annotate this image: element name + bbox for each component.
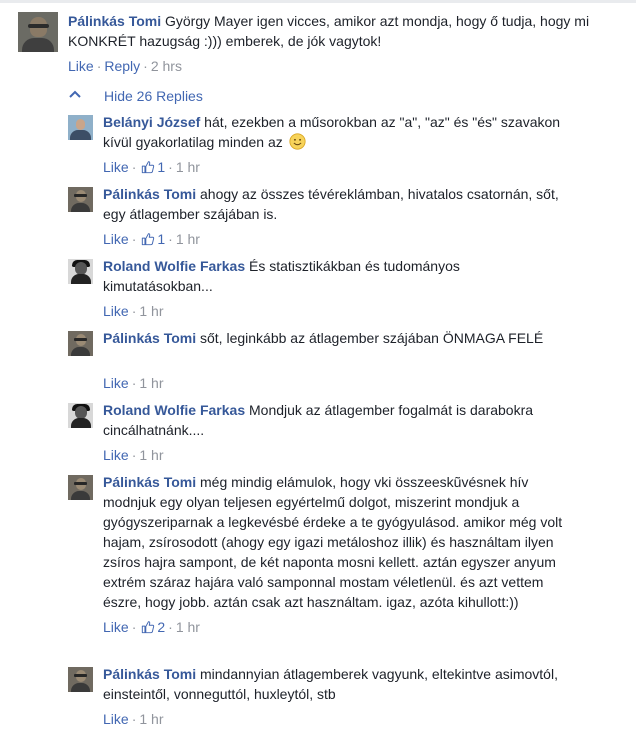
reply-body: Roland Wolfie Farkas És statisztikákban … — [103, 256, 563, 296]
reply-author[interactable]: Pálinkás Tomi — [103, 474, 196, 490]
chevron-up-icon — [69, 90, 81, 98]
reply-author[interactable]: Pálinkás Tomi — [103, 330, 196, 346]
avatar[interactable] — [68, 115, 93, 140]
like-count[interactable]: 2 — [157, 619, 165, 635]
like-count[interactable]: 1 — [157, 159, 165, 175]
hide-replies-button[interactable]: Hide 26 Replies — [68, 86, 203, 106]
reply-actions: Like · 1 · 1 hr — [103, 159, 200, 175]
reply-actions: Like · 1 hr — [103, 375, 164, 391]
timestamp[interactable]: 1 hr — [176, 159, 200, 175]
reply-body: Pálinkás Tomi sőt, leginkább az átlagemb… — [103, 328, 563, 348]
reply-button[interactable]: Reply — [104, 58, 140, 74]
comment-body: Pálinkás Tomi György Mayer igen vicces, … — [68, 11, 608, 51]
avatar[interactable] — [68, 403, 93, 428]
avatar[interactable] — [18, 12, 58, 52]
like-button[interactable]: Like — [103, 231, 129, 247]
like-button[interactable]: Like — [103, 303, 129, 319]
reply-text: még mindig elámulok, hogy vki összeeskũv… — [103, 474, 563, 610]
reply-author[interactable]: Roland Wolfie Farkas — [103, 402, 245, 418]
reply-body: Roland Wolfie Farkas Mondjuk az átlagemb… — [103, 400, 563, 440]
timestamp[interactable]: 1 hr — [176, 231, 200, 247]
reply-actions: Like · 1 · 1 hr — [103, 231, 200, 247]
reply-actions: Like · 1 hr — [103, 711, 164, 727]
timestamp[interactable]: 1 hr — [176, 619, 200, 635]
like-count[interactable]: 1 — [157, 231, 165, 247]
like-button[interactable]: Like — [103, 619, 129, 635]
reply-actions: Like · 2 · 1 hr — [103, 619, 200, 635]
like-button[interactable]: Like — [103, 711, 129, 727]
avatar[interactable] — [68, 187, 93, 212]
like-button[interactable]: Like — [103, 447, 129, 463]
like-button[interactable]: Like — [103, 159, 129, 175]
reply-author[interactable]: Pálinkás Tomi — [103, 186, 196, 202]
comment-actions: Like · Reply · 2 hrs — [68, 58, 182, 74]
like-button[interactable]: Like — [103, 375, 129, 391]
avatar[interactable] — [68, 667, 93, 692]
top-divider — [0, 0, 636, 3]
reply-text: sőt, leginkább az átlagember szájában ÖN… — [200, 330, 544, 346]
hide-replies-label: Hide 26 Replies — [104, 88, 203, 104]
like-thumb-icon[interactable] — [141, 232, 155, 246]
avatar[interactable] — [68, 475, 93, 500]
timestamp[interactable]: 1 hr — [139, 303, 163, 319]
reply-actions: Like · 1 hr — [103, 303, 164, 319]
like-thumb-icon[interactable] — [141, 160, 155, 174]
timestamp[interactable]: 2 hrs — [151, 58, 182, 74]
like-button[interactable]: Like — [68, 58, 94, 74]
reply-author[interactable]: Pálinkás Tomi — [103, 666, 196, 682]
smiley-emoji-icon — [289, 133, 306, 150]
reply-body: Belányi József hát, ezekben a műsorokban… — [103, 112, 563, 152]
reply-author[interactable]: Roland Wolfie Farkas — [103, 258, 245, 274]
timestamp[interactable]: 1 hr — [139, 375, 163, 391]
reply-body: Pálinkás Tomi mindannyian átlagemberek v… — [103, 664, 563, 704]
comment-author[interactable]: Pálinkás Tomi — [68, 13, 161, 29]
reply-actions: Like · 1 hr — [103, 447, 164, 463]
avatar[interactable] — [68, 331, 93, 356]
timestamp[interactable]: 1 hr — [139, 711, 163, 727]
reply-author[interactable]: Belányi József — [103, 114, 200, 130]
avatar[interactable] — [68, 259, 93, 284]
reply-body: Pálinkás Tomi még mindig elámulok, hogy … — [103, 472, 563, 612]
reply-body: Pálinkás Tomi ahogy az összes tévéreklám… — [103, 184, 563, 224]
like-thumb-icon[interactable] — [141, 620, 155, 634]
timestamp[interactable]: 1 hr — [139, 447, 163, 463]
